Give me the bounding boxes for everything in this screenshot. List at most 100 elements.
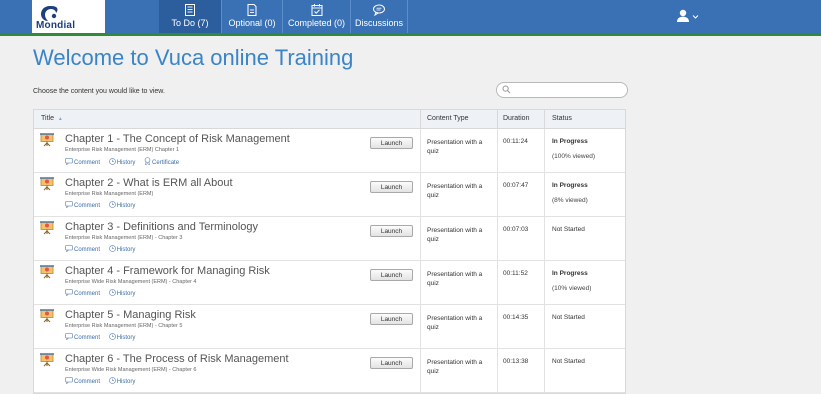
content-type: Presentation with a quiz [427,315,483,331]
comment-icon [65,333,73,342]
presentation-icon [40,177,54,191]
content-type: Presentation with a quiz [427,359,483,375]
history-link[interactable]: History [108,201,135,209]
table-header: Title ▲ Content Type Duration Status [34,110,625,129]
comment-link[interactable]: Comment [65,377,100,386]
chapter-description: Enterprise Wide Risk Management (ERM) - … [65,367,197,373]
chevron-down-icon [692,15,699,19]
tab-optional[interactable]: Optional (0) [222,0,283,33]
row-actions: Comment History Certificate [65,157,186,167]
search-box[interactable] [496,82,628,98]
chapter-title[interactable]: Chapter 4 - Framework for Managing Risk [65,265,270,277]
chapter-description: Enterprise Wide Risk Management (ERM) - … [65,279,197,285]
clock-icon [108,245,116,252]
history-link[interactable]: History [108,377,135,385]
row-actions: Comment History [65,377,142,386]
page-subtitle: Choose the content you would like to vie… [33,88,165,95]
launch-button[interactable]: Launch [370,225,413,237]
history-link[interactable]: History [108,245,135,253]
viewed-percentage: (100% viewed) [552,153,595,160]
comment-link[interactable]: Comment [65,289,100,298]
content-table: Title ▲ Content Type Duration Status Cha… [33,109,626,394]
chapter-title[interactable]: Chapter 6 - The Process of Risk Manageme… [65,353,289,365]
duration: 00:11:24 [503,138,528,145]
status-text: In Progress [552,182,588,189]
launch-button[interactable]: Launch [370,181,413,193]
user-icon [677,9,699,22]
clock-icon [108,333,116,340]
launch-button[interactable]: Launch [370,269,413,281]
comment-icon [65,245,73,254]
column-header-duration[interactable]: Duration [503,115,529,122]
certificate-icon [144,157,151,166]
duration: 00:14:35 [503,314,529,321]
chapter-title[interactable]: Chapter 5 - Managing Risk [65,309,196,321]
comment-link[interactable]: Comment [65,158,100,167]
table-row: Chapter 6 - The Process of Risk Manageme… [34,349,625,393]
tab-completed-label: Completed (0) [287,18,346,28]
column-header-content-type[interactable]: Content Type [427,115,469,122]
table-row: Chapter 1 - The Concept of Risk Manageme… [34,129,625,173]
launch-button[interactable]: Launch [370,137,413,149]
tab-completed[interactable]: Completed (0) [283,0,351,33]
row-actions: Comment History [65,333,142,342]
comment-link[interactable]: Comment [65,333,100,342]
table-body: Chapter 1 - The Concept of Risk Manageme… [34,129,625,393]
clock-icon [108,377,116,384]
sort-ascending-icon: ▲ [57,116,63,122]
search-input[interactable] [513,83,619,96]
table-row: Chapter 4 - Framework for Managing Risk … [34,261,625,305]
tab-optional-label: Optional (0) [228,18,276,28]
mondial-logo[interactable]: Mondial [32,0,105,33]
clock-icon [108,201,116,208]
presentation-icon [40,221,54,235]
status-text: In Progress [552,138,588,145]
duration: 00:07:03 [503,226,529,233]
status-text: Not Started [552,358,585,365]
chapter-title[interactable]: Chapter 2 - What is ERM all About [65,177,233,189]
certificate-link[interactable]: Certificate [144,157,179,166]
row-actions: Comment History [65,289,142,298]
viewed-percentage: (10% viewed) [552,285,592,292]
content-type: Presentation with a quiz [427,227,483,243]
viewed-percentage: (8% viewed) [552,197,588,204]
column-header-title[interactable]: Title ▲ [41,115,63,122]
chapter-title[interactable]: Chapter 3 - Definitions and Terminology [65,221,258,233]
comment-icon [65,158,73,167]
launch-button[interactable]: Launch [370,313,413,325]
content-type: Presentation with a quiz [427,183,483,199]
history-link[interactable]: History [108,333,135,341]
row-actions: Comment History [65,201,142,210]
comment-link[interactable]: Comment [65,245,100,254]
calendar-check-icon [311,4,322,16]
comment-icon [65,377,73,386]
clock-icon [108,289,116,296]
duration: 00:07:47 [503,182,529,189]
comment-icon [65,201,73,210]
tab-to-do[interactable]: To Do (7) [159,0,222,33]
duration: 00:13:38 [503,358,529,365]
user-menu[interactable] [675,8,701,24]
column-header-status[interactable]: Status [552,115,572,122]
presentation-icon [40,265,54,279]
clock-icon [108,158,116,165]
chapter-description: Enterprise Risk Management (ERM) - Chapt… [65,235,183,241]
content-type: Presentation with a quiz [427,139,483,155]
presentation-icon [40,353,54,367]
presentation-icon [40,133,54,147]
comment-link[interactable]: Comment [65,201,100,210]
launch-button[interactable]: Launch [370,357,413,369]
document-icon [247,4,257,16]
tab-discussions-label: Discussions [354,18,403,28]
tab-discussions[interactable]: Discussions [351,0,408,33]
table-row: Chapter 3 - Definitions and Terminology … [34,217,625,261]
chapter-title[interactable]: Chapter 1 - The Concept of Risk Manageme… [65,133,290,145]
row-actions: Comment History [65,245,142,254]
status-text: Not Started [552,314,585,321]
presentation-icon [40,309,54,323]
history-link[interactable]: History [108,289,135,297]
chat-icon [373,4,385,16]
history-link[interactable]: History [108,158,135,166]
list-icon [185,4,195,16]
chapter-description: Enterprise Risk Management (ERM) Chapter… [65,147,180,153]
